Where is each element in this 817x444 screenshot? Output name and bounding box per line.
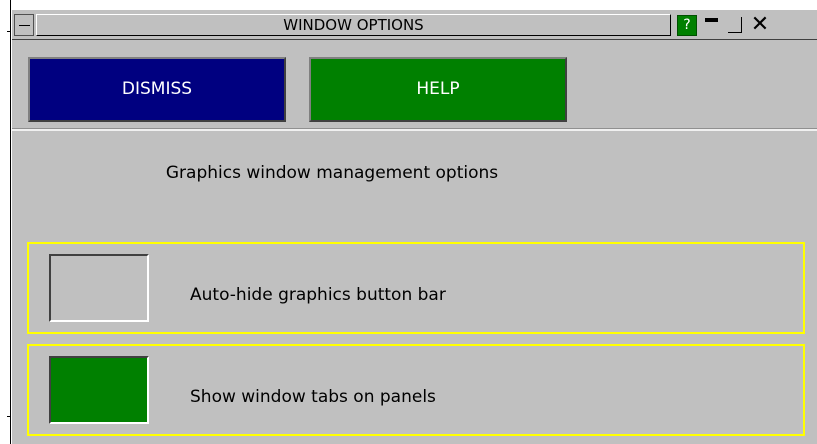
- window-options-dialog: WINDOW OPTIONS ? ✕ DISMISS HELP Graphics…: [12, 10, 817, 444]
- divider: [12, 128, 817, 131]
- help-button[interactable]: HELP: [309, 57, 567, 122]
- title-bar: WINDOW OPTIONS ? ✕: [12, 10, 817, 40]
- window-edge-tick: [7, 416, 11, 417]
- minimize-button[interactable]: [700, 15, 722, 36]
- option-window-tabs: Show window tabs on panels: [27, 344, 805, 436]
- minimize-icon: [705, 18, 718, 22]
- maximize-icon: [741, 17, 742, 33]
- window-menu-button[interactable]: [14, 14, 34, 36]
- window-tabs-toggle[interactable]: [49, 356, 149, 424]
- option-auto-hide: Auto-hide graphics button bar: [27, 242, 805, 334]
- section-heading: Graphics window management options: [165, 163, 499, 183]
- dismiss-button[interactable]: DISMISS: [28, 57, 286, 122]
- maximize-icon-base: [728, 32, 742, 33]
- window-edge-tick: [7, 31, 11, 32]
- close-icon[interactable]: ✕: [748, 13, 772, 37]
- window-tabs-label: Show window tabs on panels: [190, 387, 436, 407]
- window-title: WINDOW OPTIONS: [36, 14, 671, 36]
- auto-hide-toggle[interactable]: [49, 254, 149, 322]
- window-edge-line: [10, 0, 11, 444]
- auto-hide-label: Auto-hide graphics button bar: [190, 285, 446, 305]
- maximize-button[interactable]: [725, 15, 747, 36]
- menu-dash-icon: [19, 25, 30, 26]
- help-icon[interactable]: ?: [677, 15, 697, 36]
